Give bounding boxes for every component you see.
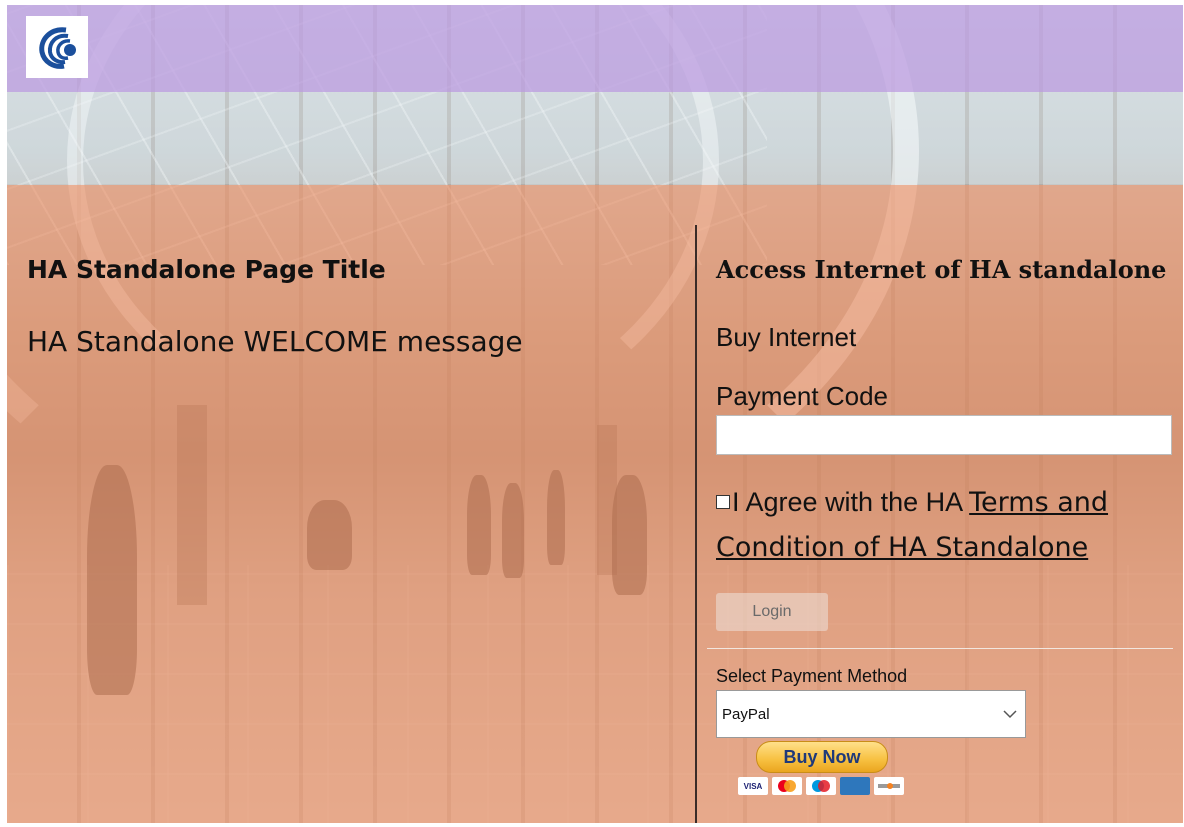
payment-method-value: PayPal (722, 705, 770, 723)
page-title: HA Standalone Page Title (27, 255, 386, 284)
header-overlay (7, 5, 1183, 92)
payment-code-label: Payment Code (716, 381, 888, 411)
buy-internet-label: Buy Internet (716, 322, 857, 352)
welcome-message: HA Standalone WELCOME message (27, 325, 523, 358)
band-overlay (7, 92, 1183, 184)
section-divider (707, 648, 1173, 649)
payment-code-input[interactable] (716, 415, 1172, 455)
mastercard-icon (772, 777, 802, 795)
terms-agreement: I Agree with the HA Terms and Condition … (716, 480, 1156, 570)
agree-text: I Agree with the HA (732, 487, 970, 517)
card-logos: VISA (738, 777, 904, 795)
access-heading: Access Internet of HA standalone (716, 255, 1167, 284)
cambium-swirl-logo-icon (39, 27, 76, 69)
chevron-down-icon (1003, 710, 1017, 719)
paypal-buy-now-button[interactable]: Buy Now (756, 741, 888, 773)
login-button[interactable]: Login (716, 593, 828, 631)
agree-checkbox[interactable] (716, 495, 730, 509)
payment-method-select[interactable]: PayPal (716, 690, 1026, 738)
logo (26, 16, 88, 78)
column-divider (695, 225, 697, 823)
visa-icon: VISA (738, 777, 768, 795)
discover-icon (874, 777, 904, 795)
select-payment-label: Select Payment Method (716, 666, 908, 686)
background-photo: HA Standalone Page Title HA Standalone W… (7, 5, 1183, 823)
amex-icon (840, 777, 870, 795)
maestro-icon (806, 777, 836, 795)
